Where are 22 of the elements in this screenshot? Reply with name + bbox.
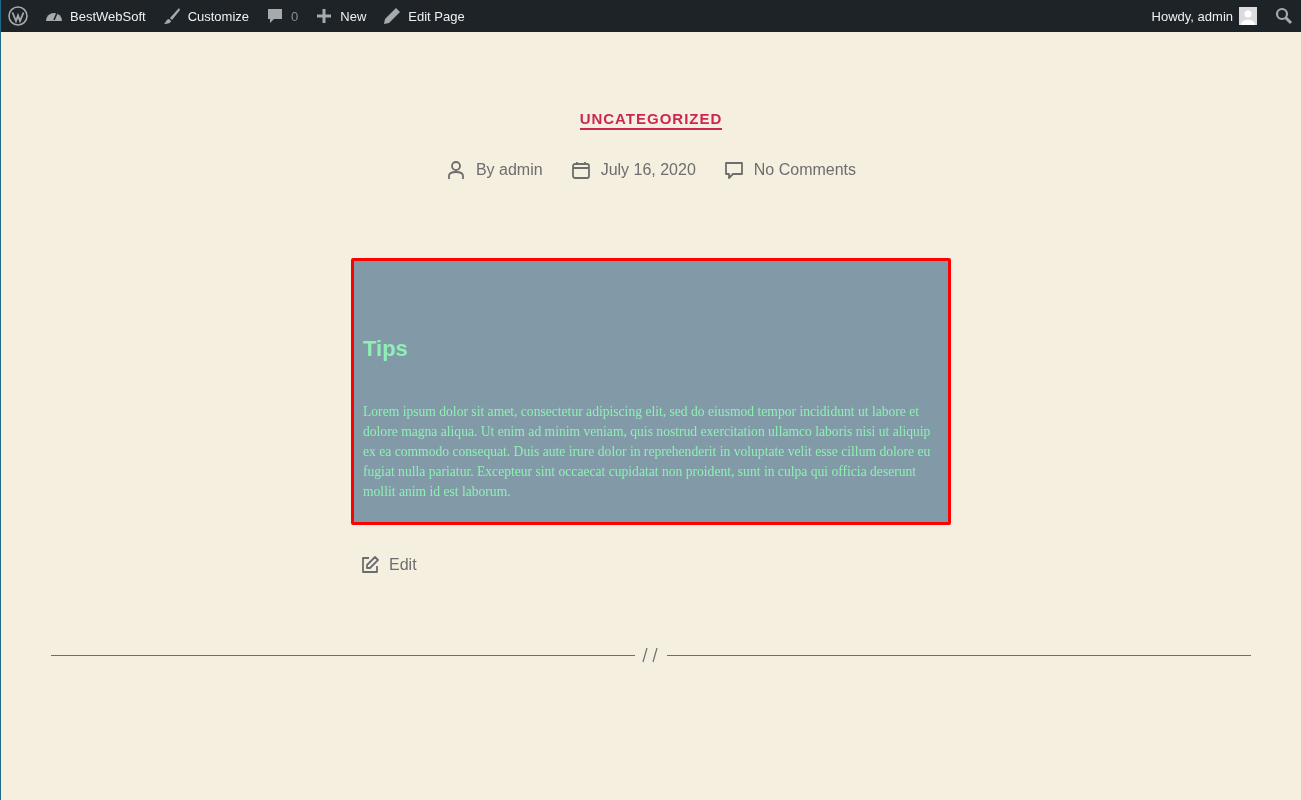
toolbar-link[interactable]: 0 bbox=[257, 0, 307, 32]
toolbar-link[interactable]: New bbox=[306, 0, 375, 32]
calendar-icon bbox=[570, 160, 591, 180]
post-meta-link[interactable]: July 16, 2020 bbox=[600, 161, 696, 179]
box-text: Lorem ipsum dolor sit amet, consectetur adipiscing elit, sed do eiusmod tempor incididunt ut labore et dolore magna aliqua. Ut enim ad minim veniam, quis nostrud exercitation ullamco laboris nisi ut aliquip ex ea commodo consequat. Duis aute irure dolor in reprehenderit in voluptate velit esse cillum dolore eu fugiat nulla pariatur. Excepteur sint occaecat cupidatat non proident, sunt in culpa qui officia deserunt mollit anim id est laborum. bbox=[363, 403, 932, 501]
speech-bubble-icon bbox=[723, 160, 744, 180]
separator-drawing bbox=[641, 647, 661, 663]
toolbar-link[interactable]: BestWebSoft bbox=[36, 0, 154, 32]
person-icon bbox=[445, 160, 466, 180]
pencil-icon bbox=[382, 6, 403, 26]
edit-link[interactable]: Edit bbox=[389, 556, 417, 574]
avatar-icon bbox=[1239, 7, 1257, 25]
search-icon bbox=[1275, 7, 1293, 25]
category-link[interactable]: UNCATEGORIZED bbox=[579, 110, 723, 130]
wordpress-logo-icon bbox=[8, 6, 28, 26]
box-heading: Tips bbox=[363, 336, 409, 362]
toolbar-link[interactable]: Customize bbox=[153, 0, 258, 32]
post-meta-link[interactable]: No Comments bbox=[753, 161, 857, 179]
toolbar-link[interactable]: Edit Page bbox=[374, 0, 473, 32]
account-menu[interactable]: Howdy, admin bbox=[1143, 0, 1265, 32]
edit-icon bbox=[360, 555, 380, 575]
post-meta-link[interactable]: By admin bbox=[475, 161, 543, 179]
